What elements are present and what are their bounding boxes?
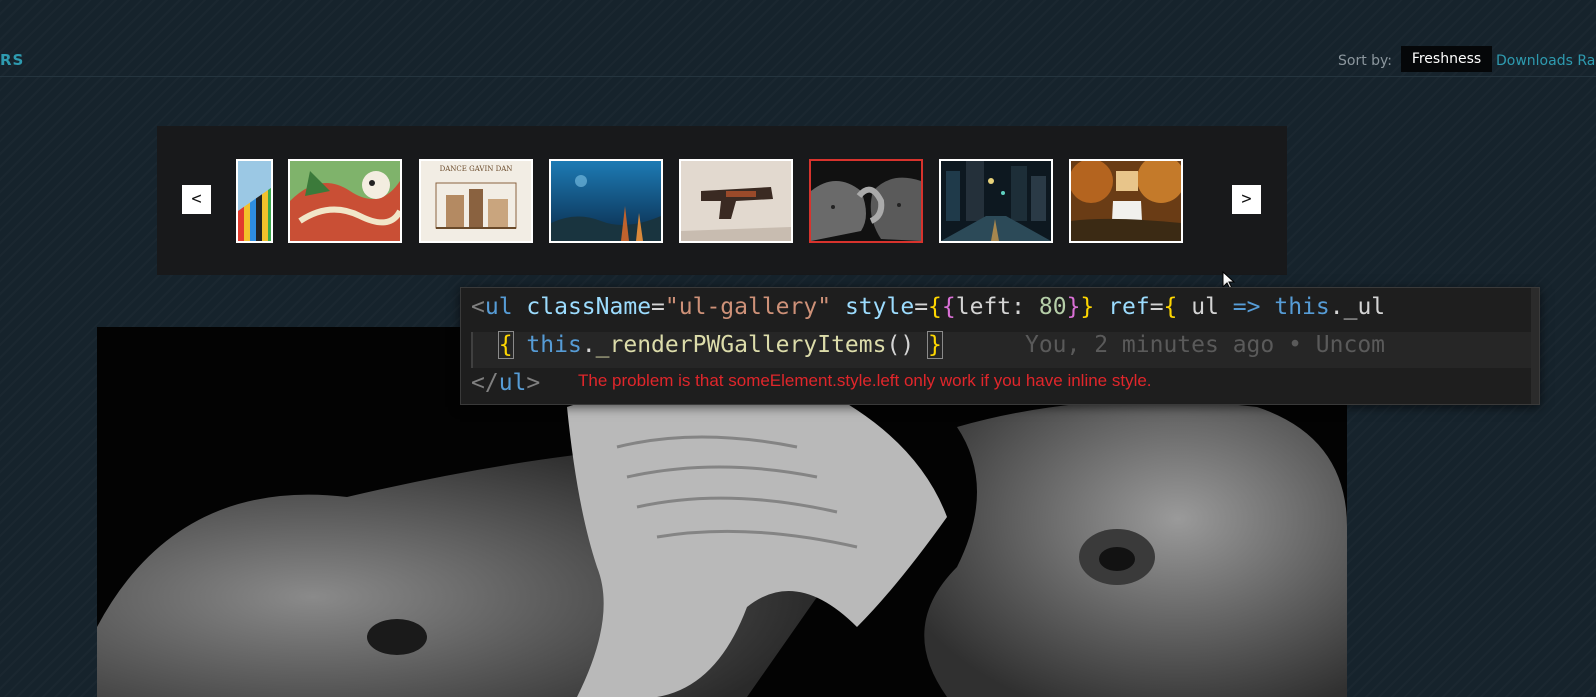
thumbnail-gallery: < DANCE GAVIN DAN > (157, 126, 1287, 275)
top-bar: RS Sort by: Freshness Downloads Ra (0, 0, 1596, 77)
sort-downloads-link[interactable]: Downloads Ra (1496, 53, 1595, 69)
code-line-2: { this._renderPWGalleryItems() } You, 2 … (471, 331, 1531, 368)
gallery-thumbnail[interactable] (236, 159, 273, 243)
brand-fragment[interactable]: RS (0, 51, 24, 69)
indent-guide (471, 332, 473, 368)
gallery-thumbnail[interactable]: DANCE GAVIN DAN (419, 159, 533, 243)
code-editor-popup: <ul className="ul-gallery" style={{left:… (460, 287, 1540, 405)
gallery-thumbnail[interactable] (1069, 159, 1183, 243)
gallery-thumbnail-selected[interactable] (809, 159, 923, 243)
gallery-thumbnail[interactable] (939, 159, 1053, 243)
sort-freshness-button[interactable]: Freshness (1401, 46, 1492, 72)
code-line-3: </ul> (471, 370, 541, 396)
poster-text: DANCE GAVIN DAN (440, 165, 513, 173)
code-line-1: <ul className="ul-gallery" style={{left:… (471, 294, 1386, 320)
gallery-thumbnail[interactable] (549, 159, 663, 243)
editor-scrollbar[interactable] (1531, 288, 1539, 404)
git-blame-annotation: You, 2 minutes ago • Uncom (1024, 332, 1386, 358)
gallery-thumbnail[interactable] (679, 159, 793, 243)
gallery-next-button[interactable]: > (1232, 185, 1261, 214)
sort-label: Sort by: (1338, 53, 1393, 69)
gallery-thumbnail[interactable] (288, 159, 402, 243)
svg-text:DANCE GAVIN DAN: DANCE GAVIN DAN (440, 165, 513, 173)
annotation-note: The problem is that someElement.style.le… (578, 371, 1152, 390)
gallery-prev-button[interactable]: < (182, 185, 211, 214)
